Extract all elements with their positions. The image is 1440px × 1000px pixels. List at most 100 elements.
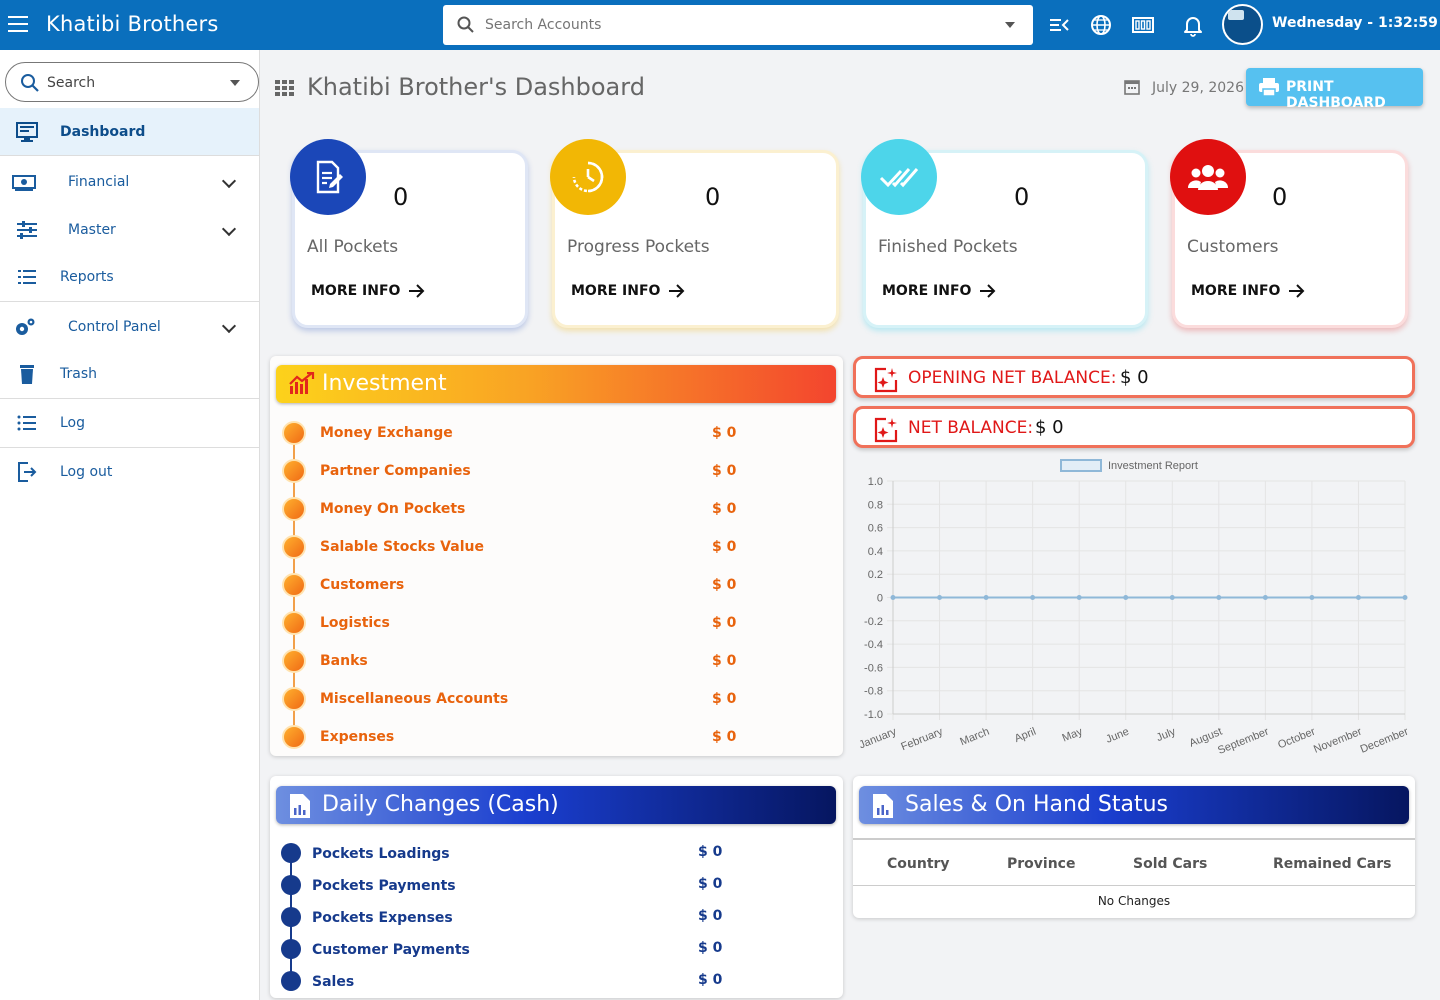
column-province[interactable]: Province xyxy=(1007,856,1075,872)
more-info-link[interactable]: MORE INFO xyxy=(311,283,426,299)
print-dashboard-button[interactable]: PRINT DASHBOARD xyxy=(1246,68,1423,111)
bell-icon[interactable] xyxy=(1181,13,1205,37)
chevron-down-icon[interactable] xyxy=(230,80,240,86)
row-value: $ 0 xyxy=(712,501,737,517)
list-item[interactable]: Miscellaneous Accounts $ 0 xyxy=(282,687,822,713)
data-point xyxy=(1169,595,1175,600)
current-date: July 29, 2026 xyxy=(1152,80,1244,96)
row-label: Money Exchange xyxy=(320,425,453,441)
truck-icon xyxy=(282,611,306,635)
chevron-down-icon[interactable] xyxy=(221,318,237,334)
sidebar-item-reports[interactable]: Reports xyxy=(0,253,259,301)
list-icon xyxy=(18,270,36,284)
legend-label: Investment Report xyxy=(1108,460,1198,472)
data-point xyxy=(1262,595,1268,600)
list-item[interactable]: Partner Companies $ 0 xyxy=(282,459,822,485)
data-point xyxy=(1309,595,1315,600)
sidebar-item-logout[interactable]: Log out xyxy=(0,448,259,496)
column-remained-cars[interactable]: Remained Cars xyxy=(1273,856,1391,872)
sidebar-item-financial[interactable]: Financial xyxy=(0,158,259,206)
row-value: $ 0 xyxy=(712,653,737,669)
card-value: 0 xyxy=(1272,183,1288,211)
bullet-dot xyxy=(281,971,301,991)
list-item[interactable]: Logistics $ 0 xyxy=(282,611,822,637)
sidebar-item-dashboard[interactable]: Dashboard xyxy=(0,108,259,156)
account-search[interactable] xyxy=(443,5,1033,45)
list-item[interactable]: Expenses $ 0 xyxy=(282,725,822,751)
row-label: Logistics xyxy=(320,615,390,631)
row-value: $ 0 xyxy=(712,577,737,593)
list-item[interactable]: Pockets Loadings $ 0 xyxy=(280,843,730,865)
list-item[interactable]: Pockets Payments $ 0 xyxy=(280,875,730,897)
y-tick-label: -0.2 xyxy=(864,616,883,628)
row-label: Partner Companies xyxy=(320,463,471,479)
list-item[interactable]: Sales $ 0 xyxy=(280,971,730,993)
row-label: Customer Payments xyxy=(312,942,470,958)
more-info-link[interactable]: MORE INFO xyxy=(1191,283,1306,299)
calendar-icon xyxy=(1124,80,1140,95)
sales-title: Sales & On Hand Status xyxy=(905,792,1168,817)
sidebar-item-label: Reports xyxy=(60,269,114,285)
sidebar-item-log[interactable]: Log xyxy=(0,399,259,447)
investment-report-chart: Investment Report 1.0 0.8 0.6 0.4 0.2 0 -0.2 -0.… xyxy=(857,459,1411,757)
chevron-down-icon[interactable] xyxy=(221,173,237,189)
list-item[interactable]: Banks $ 0 xyxy=(282,649,822,675)
box-icon xyxy=(282,535,306,559)
list-item[interactable]: Salable Stocks Value $ 0 xyxy=(282,535,822,561)
opening-balance-value: $ 0 xyxy=(1120,367,1149,388)
sidebar-item-master[interactable]: Master xyxy=(0,206,259,254)
opening-net-balance: OPENING NET BALANCE: $ 0 xyxy=(853,356,1415,398)
x-tick-label: September xyxy=(1216,726,1271,757)
row-label: Banks xyxy=(320,653,368,669)
top-bar: Khatibi Brothers Wednesday - 1:32:59 PM xyxy=(0,0,1440,50)
log-list-icon xyxy=(17,415,36,431)
sidebar-item-label: Dashboard xyxy=(60,124,146,140)
avatar[interactable] xyxy=(1222,4,1263,45)
globe-icon[interactable] xyxy=(1089,13,1113,37)
list-item[interactable]: Customer Payments $ 0 xyxy=(280,939,730,961)
chart-growth-icon xyxy=(289,372,315,394)
more-info-link[interactable]: MORE INFO xyxy=(882,283,997,299)
x-tick-label: April xyxy=(1013,726,1038,745)
column-sold-cars[interactable]: Sold Cars xyxy=(1133,856,1207,872)
menu-icon[interactable] xyxy=(8,16,28,32)
data-point xyxy=(1355,595,1361,600)
row-value: $ 0 xyxy=(698,972,723,988)
arrow-right-icon xyxy=(409,284,425,298)
more-info-link[interactable]: MORE INFO xyxy=(571,283,686,299)
sidebar-item-trash[interactable]: Trash xyxy=(0,350,259,398)
collapse-menu-icon[interactable] xyxy=(1047,13,1071,37)
document-edit-icon xyxy=(282,497,306,521)
net-balance: NET BALANCE: $ 0 xyxy=(853,406,1415,448)
row-value: $ 0 xyxy=(712,729,737,745)
y-tick-label: 0.6 xyxy=(868,523,883,535)
card-finished-pockets: 0 Finished Pockets MORE INFO xyxy=(861,139,1148,328)
list-item[interactable]: Money On Pockets $ 0 xyxy=(282,497,822,523)
chevron-down-icon[interactable] xyxy=(1005,22,1015,28)
list-item[interactable]: Money Exchange $ 0 xyxy=(282,421,822,447)
account-search-input[interactable] xyxy=(485,14,985,36)
x-tick-label: December xyxy=(1359,726,1411,756)
row-label: Money On Pockets xyxy=(320,501,466,517)
sliders-icon xyxy=(17,221,37,239)
net-balance-label: NET BALANCE: xyxy=(908,418,1034,438)
id-card-icon xyxy=(282,687,306,711)
double-check-icon xyxy=(861,139,937,215)
investment-header: Investment xyxy=(276,365,836,403)
list-item[interactable]: Customers $ 0 xyxy=(282,573,822,599)
sidebar-item-control-panel[interactable]: Control Panel xyxy=(0,303,259,351)
x-tick-label: January xyxy=(857,725,898,751)
list-item[interactable]: Pockets Expenses $ 0 xyxy=(280,907,730,929)
row-label: Miscellaneous Accounts xyxy=(320,691,509,707)
counter-icon[interactable] xyxy=(1131,13,1155,37)
y-tick-label: 0.8 xyxy=(868,499,883,511)
chevron-down-icon[interactable] xyxy=(221,221,237,237)
data-point xyxy=(1076,595,1082,600)
sidebar-search[interactable]: Search xyxy=(5,62,259,102)
bullet-dot xyxy=(281,939,301,959)
row-label: Pockets Loadings xyxy=(312,846,450,862)
trash-icon xyxy=(20,365,34,384)
column-country[interactable]: Country xyxy=(887,856,950,872)
row-value: $ 0 xyxy=(712,615,737,631)
arrow-right-icon xyxy=(1289,284,1305,298)
